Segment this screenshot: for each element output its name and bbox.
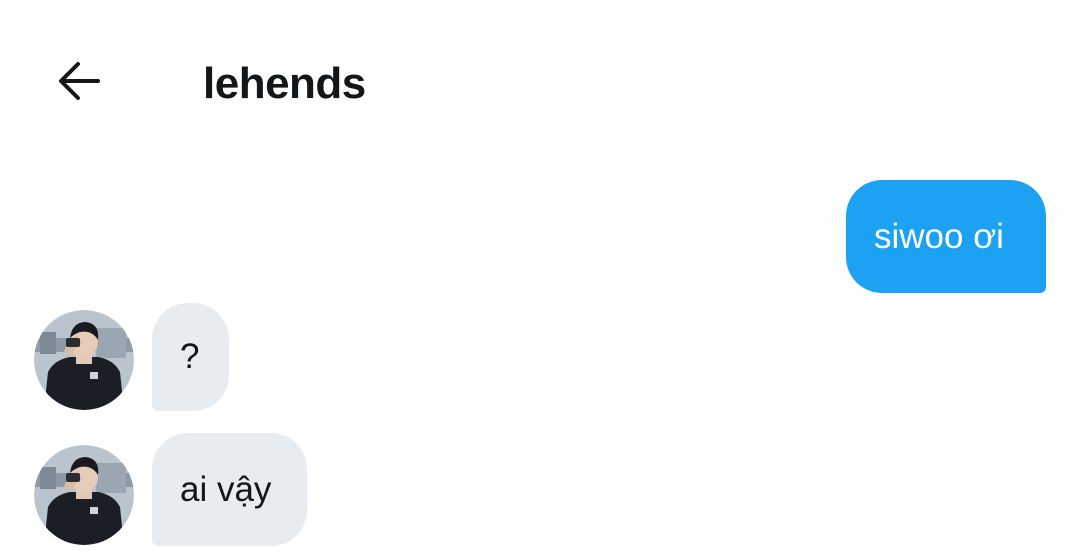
message-text: ? xyxy=(180,337,200,376)
avatar[interactable] xyxy=(34,310,134,410)
message-text: ai vậy xyxy=(180,469,272,509)
received-message-bubble[interactable]: ai vậy xyxy=(152,433,307,546)
conversation-header: lehends xyxy=(0,0,1080,160)
conversation-title: lehends xyxy=(203,59,366,108)
avatar[interactable] xyxy=(34,445,134,545)
arrow-left-icon xyxy=(59,62,100,100)
sent-message-bubble[interactable]: siwoo ơi xyxy=(846,180,1046,293)
back-button[interactable] xyxy=(50,52,108,110)
user-photo-icon xyxy=(34,310,134,410)
received-message-bubble[interactable]: ? xyxy=(152,303,229,411)
user-photo-icon xyxy=(34,445,134,545)
message-text: siwoo ơi xyxy=(874,216,1004,256)
